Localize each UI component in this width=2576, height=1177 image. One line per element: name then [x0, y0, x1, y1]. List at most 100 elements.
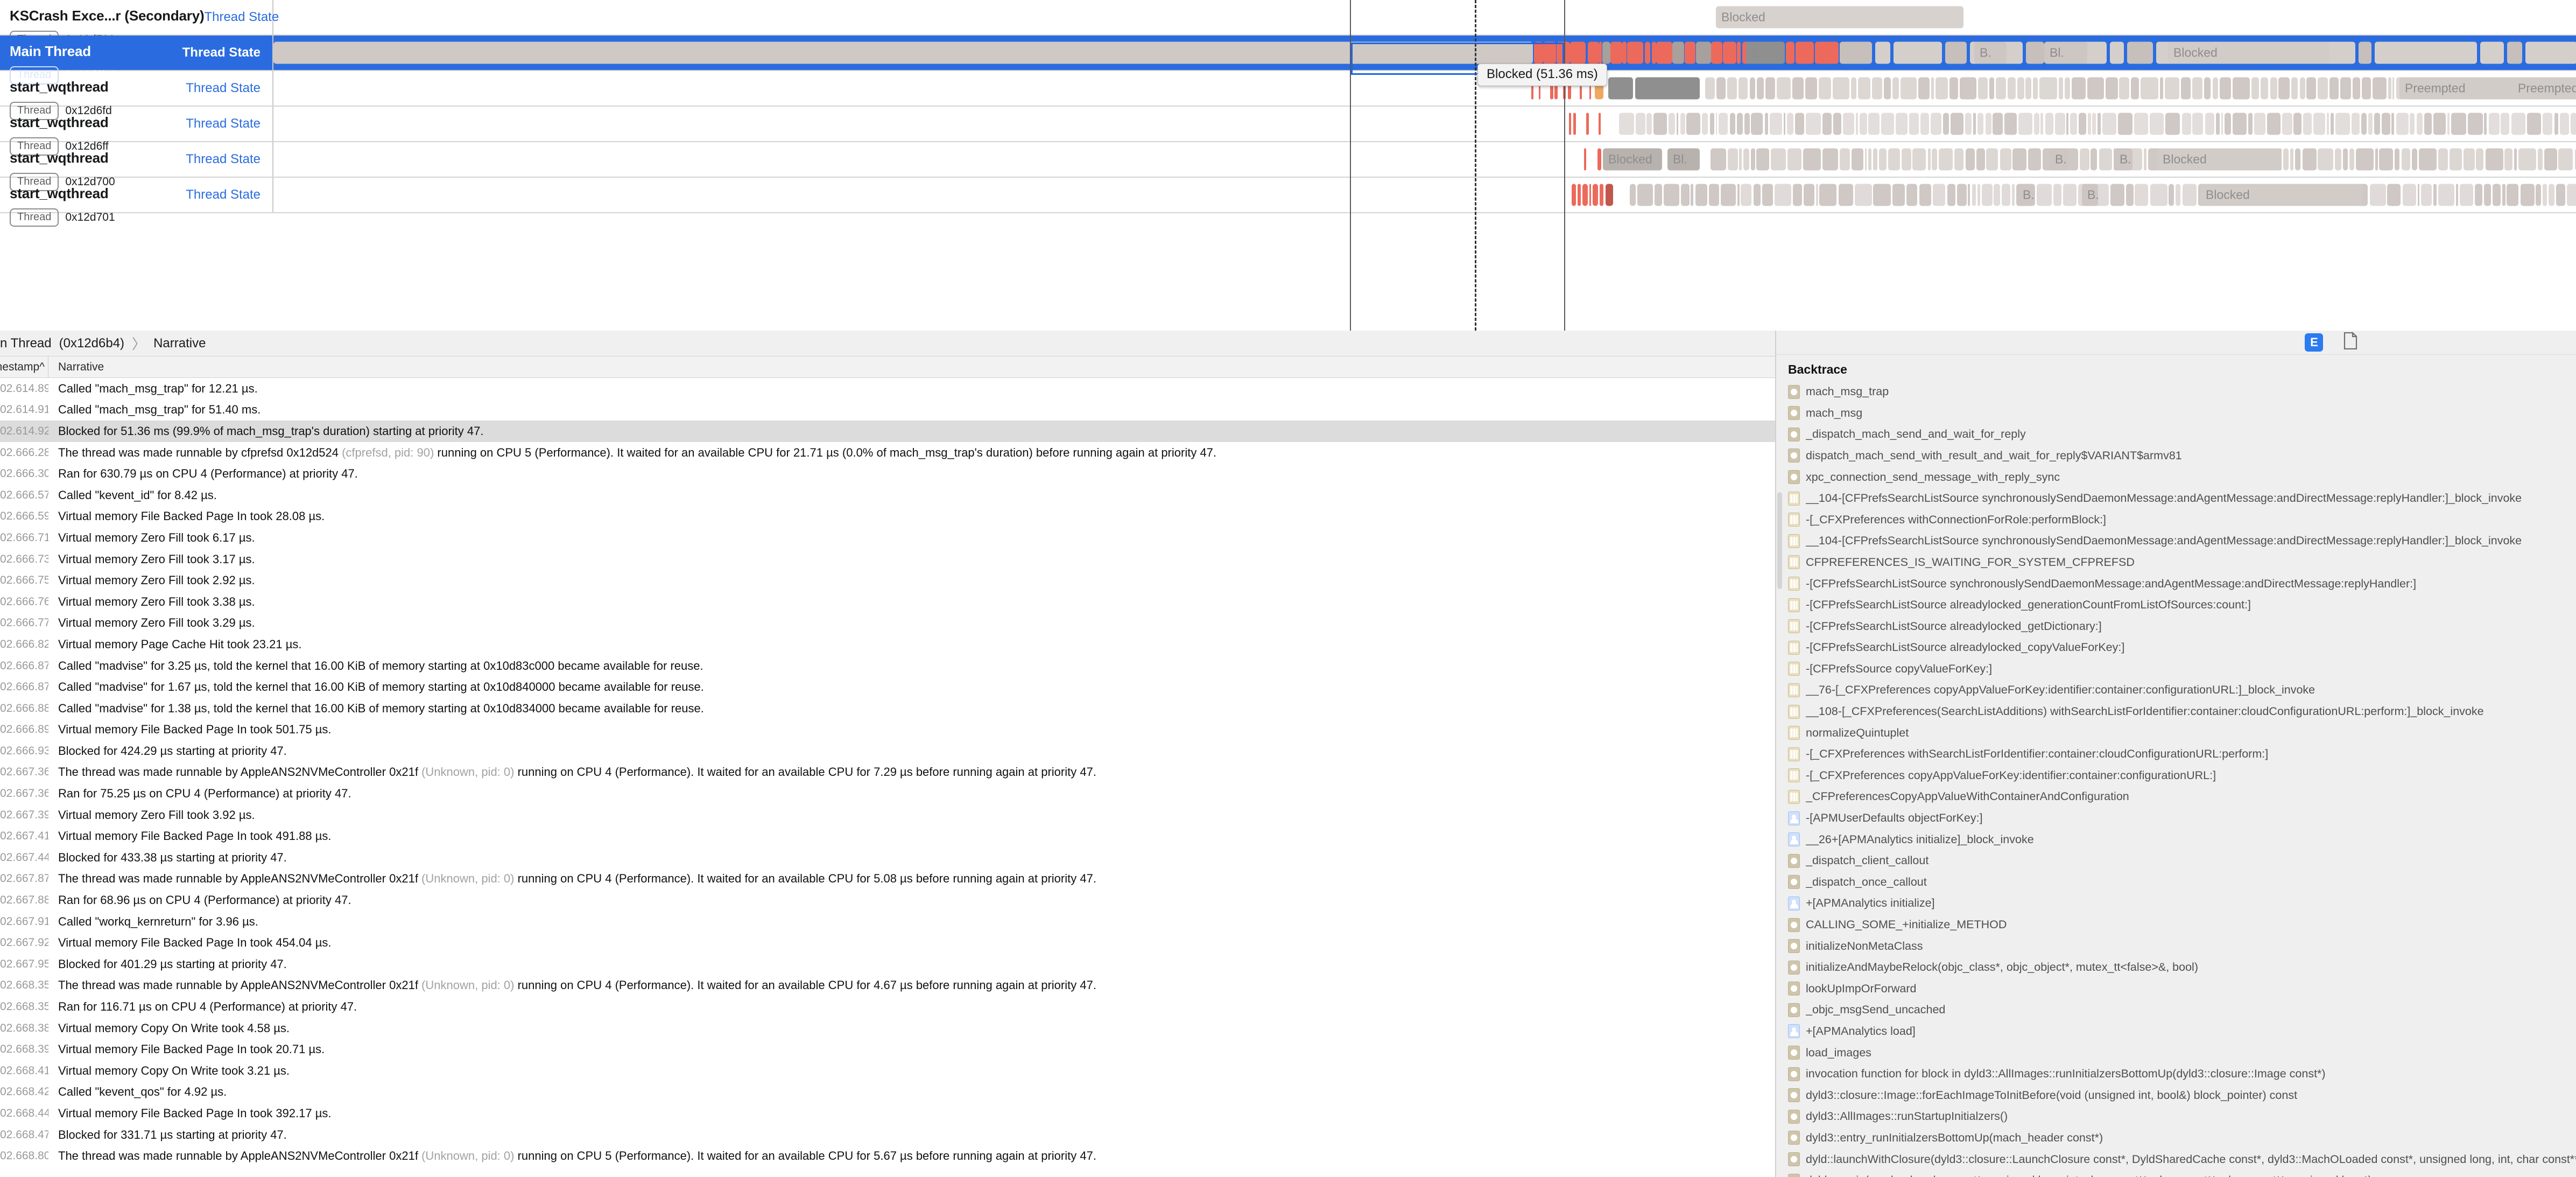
narrative-row[interactable]: 02.666.887 Called "madvise" for 1.38 µs, …: [0, 698, 1775, 719]
thread-state-block[interactable]: [2412, 148, 2417, 171]
thread-state-block[interactable]: [2571, 113, 2576, 135]
thread-state-block[interactable]: [1954, 148, 1963, 171]
thread-state-block[interactable]: [2295, 148, 2300, 171]
thread-state-block[interactable]: [1977, 113, 1983, 135]
thread-state-block[interactable]: [2028, 148, 2041, 171]
thread-state-block[interactable]: [1787, 113, 1793, 135]
thread-state-block[interactable]: [1803, 148, 1821, 171]
thread-state-block[interactable]: [2521, 184, 2535, 206]
thread-state-block[interactable]: [1805, 77, 1817, 100]
thread-state-block[interactable]: [1751, 113, 1763, 135]
thread-state-block[interactable]: [2055, 113, 2065, 135]
thread-state-block[interactable]: [1949, 77, 1958, 100]
thread-state-block[interactable]: [2278, 77, 2290, 100]
backtrace-frame[interactable]: _dispatch_once_callout: [1788, 872, 2576, 893]
thread-state-block[interactable]: [2200, 184, 2362, 206]
thread-state-block[interactable]: [1691, 184, 1693, 206]
thread-state-block[interactable]: [1792, 77, 1804, 100]
thread-track-header[interactable]: start_wqthread Thread 0x12d6ff Thread State: [0, 107, 273, 156]
thread-state-block[interactable]: [1584, 148, 1586, 171]
thread-state-lane[interactable]: E B. Bl. Blocked: [273, 36, 2576, 70]
backtrace-frame[interactable]: invocation function for block in dyld3::…: [1788, 1063, 2576, 1085]
thread-state-block[interactable]: [1892, 77, 1899, 100]
thread-state-block[interactable]: [2091, 148, 2097, 171]
narrative-scrollbar[interactable]: [1777, 492, 1782, 589]
thread-state-block[interactable]: [1743, 148, 1749, 171]
thread-state-block[interactable]: [1744, 113, 1750, 135]
thread-state-block[interactable]: [1721, 184, 1736, 206]
thread-state-block[interactable]: [1965, 113, 1972, 135]
thread-state-block[interactable]: [2040, 113, 2043, 135]
column-header-timestamp[interactable]: mestamp^: [0, 356, 48, 377]
thread-state-block[interactable]: [1751, 148, 1755, 171]
thread-state-block[interactable]: [1945, 41, 1967, 64]
thread-state-block[interactable]: [1986, 148, 1998, 171]
thread-state-block[interactable]: [2493, 184, 2501, 206]
thread-state-block[interactable]: [2511, 113, 2525, 135]
thread-state-block[interactable]: [2343, 148, 2348, 171]
thread-state-block[interactable]: [1966, 148, 1975, 171]
inspection-head-line[interactable]: [1475, 0, 1476, 331]
narrative-row[interactable]: 02.668.394 Virtual memory File Backed Pag…: [0, 1039, 1775, 1060]
narrative-row[interactable]: 02.666.879 Called "madvise" for 1.67 µs, …: [0, 676, 1775, 698]
thread-state-block[interactable]: [1765, 77, 1775, 100]
thread-state-block[interactable]: [2110, 184, 2124, 206]
thread-state-block[interactable]: [2205, 113, 2214, 135]
thread-state-block[interactable]: [2501, 113, 2509, 135]
narrative-row[interactable]: 02.667.443 Blocked for 433.38 µs starting…: [0, 847, 1775, 868]
thread-state-block[interactable]: [2512, 77, 2576, 100]
thread-state-block[interactable]: [1655, 184, 1662, 206]
thread-state-block[interactable]: [1852, 148, 1863, 171]
thread-track-row[interactable]: start_wqthread Thread 0x12d6fd Thread State…: [0, 71, 2576, 120]
thread-state-block[interactable]: [2012, 184, 2015, 206]
thread-state-block[interactable]: [1819, 77, 1831, 100]
thread-state-block[interactable]: [2114, 148, 2132, 171]
thread-state-block[interactable]: [1572, 184, 1576, 206]
thread-state-block[interactable]: [1873, 184, 1891, 206]
thread-state-block[interactable]: [1902, 148, 1911, 171]
thread-state-block[interactable]: [2131, 77, 2139, 100]
backtrace-frame[interactable]: _dispatch_mach_send_and_wait_for_reply: [1788, 424, 2576, 445]
thread-state-block[interactable]: [2012, 148, 2026, 171]
thread-state-block[interactable]: [2160, 77, 2163, 100]
thread-state-block[interactable]: [1973, 113, 1976, 135]
thread-state-block[interactable]: [1892, 184, 1905, 206]
narrative-row[interactable]: 02.666.577 Called "kevent_id" for 8.42 µs…: [0, 485, 1775, 506]
thread-state-block[interactable]: [2248, 113, 2253, 135]
thread-state-block[interactable]: [2135, 184, 2148, 206]
backtrace-frame[interactable]: load_images: [1788, 1042, 2576, 1063]
thread-state-block[interactable]: [2536, 184, 2541, 206]
thread-state-block[interactable]: [2025, 77, 2031, 100]
narrative-row[interactable]: 02.666.755 Virtual memory Zero Fill took …: [0, 570, 1775, 591]
thread-state-block[interactable]: [2126, 184, 2134, 206]
backtrace-frame[interactable]: _dispatch_client_callout: [1788, 850, 2576, 872]
thread-state-block[interactable]: [1756, 148, 1769, 171]
backtrace-frame[interactable]: dyld3::AllImages::runStartupInitialzers(…: [1788, 1106, 2576, 1127]
thread-state-block[interactable]: [1935, 77, 1948, 100]
thread-state-block[interactable]: [1884, 77, 1891, 100]
thread-state-block[interactable]: [1685, 41, 1695, 64]
thread-state-block[interactable]: [1599, 113, 1601, 135]
thread-state-block[interactable]: [1702, 113, 1708, 135]
thread-state-block[interactable]: [1637, 184, 1653, 206]
narrative-row[interactable]: 02.667.882 Ran for 68.96 µs on CPU 4 (Per…: [0, 889, 1775, 911]
thread-state-block[interactable]: [2543, 184, 2547, 206]
thread-state-block[interactable]: [1737, 41, 1741, 64]
thread-state-block[interactable]: [1677, 113, 1678, 135]
thread-state-block[interactable]: [2392, 77, 2394, 100]
narrative-row[interactable]: 02.666.936 Blocked for 424.29 µs starting…: [0, 740, 1775, 762]
thread-state-block[interactable]: [1976, 148, 1985, 171]
thread-state-block[interactable]: [2037, 184, 2052, 206]
thread-state-block[interactable]: [1630, 184, 1636, 206]
thread-track-header[interactable]: start_wqthread Thread 0x12d700 Thread State: [0, 142, 273, 191]
backtrace-frame[interactable]: normalizeQuintuplet: [1788, 722, 2576, 744]
breadcrumb-tid[interactable]: (0x12d6b4): [52, 336, 124, 351]
thread-state-block[interactable]: [2419, 148, 2437, 171]
thread-state-block[interactable]: [2543, 113, 2552, 135]
thread-state-block[interactable]: [2417, 113, 2423, 135]
backtrace-frame[interactable]: CALLING_SOME_+initialize_METHOD: [1788, 914, 2576, 936]
thread-state-block[interactable]: [2558, 148, 2573, 171]
narrative-row[interactable]: 02.668.473 Blocked for 331.71 µs starting…: [0, 1124, 1775, 1146]
thread-state-block[interactable]: [2080, 148, 2089, 171]
thread-state-block[interactable]: [1775, 184, 1791, 206]
